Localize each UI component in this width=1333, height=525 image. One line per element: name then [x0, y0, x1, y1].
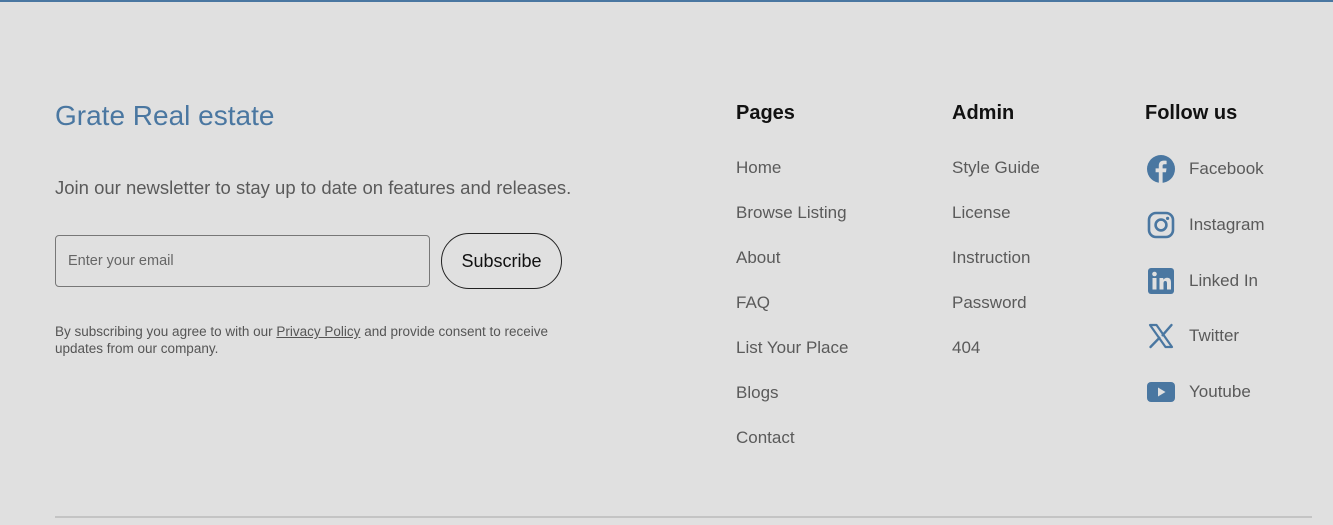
brand-title[interactable]: Grate Real estate [55, 100, 274, 132]
pages-link-about[interactable]: About [736, 248, 848, 293]
social-label-twitter: Twitter [1189, 326, 1240, 346]
social-link-instagram[interactable]: Instagram [1145, 209, 1265, 265]
social-link-twitter[interactable]: Twitter [1145, 320, 1265, 376]
admin-link-license[interactable]: License [952, 203, 1040, 248]
admin-heading: Admin [952, 102, 1015, 124]
email-input[interactable] [55, 235, 430, 287]
pages-link-list-your-place[interactable]: List Your Place [736, 338, 848, 383]
pages-links: Home Browse Listing About FAQ List Your … [736, 158, 848, 473]
social-label-youtube: Youtube [1189, 382, 1251, 401]
social-link-youtube[interactable]: Youtube [1145, 376, 1265, 432]
instagram-icon [1145, 209, 1177, 241]
social-links: Facebook Instagram Linked In Twitter You… [1145, 153, 1265, 432]
privacy-policy-link[interactable]: Privacy Policy [276, 324, 360, 339]
admin-link-instruction[interactable]: Instruction [952, 248, 1040, 293]
social-label-instagram: Instagram [1189, 214, 1265, 234]
pages-link-faq[interactable]: FAQ [736, 293, 848, 338]
social-link-linkedin[interactable]: Linked In [1145, 265, 1265, 321]
consent-text-before: By subscribing you agree to with our [55, 324, 273, 339]
linkedin-icon [1145, 265, 1177, 297]
youtube-icon [1145, 376, 1177, 408]
facebook-icon [1145, 153, 1177, 185]
follow-heading: Follow us [1145, 102, 1238, 124]
twitter-x-icon [1145, 320, 1177, 352]
social-label-facebook: Facebook [1189, 159, 1264, 178]
footer-divider [55, 516, 1312, 518]
subscribe-button[interactable]: Subscribe [441, 233, 562, 289]
newsletter-text: Join our newsletter to stay up to date o… [55, 177, 572, 198]
consent-text: By subscribing you agree to with our Pri… [55, 323, 575, 357]
pages-link-browse-listing[interactable]: Browse Listing [736, 203, 848, 248]
admin-link-password[interactable]: Password [952, 293, 1040, 338]
pages-link-blogs[interactable]: Blogs [736, 383, 848, 428]
social-link-facebook[interactable]: Facebook [1145, 153, 1265, 209]
pages-link-contact[interactable]: Contact [736, 428, 848, 473]
admin-links: Style Guide License Instruction Password… [952, 158, 1040, 383]
pages-link-home[interactable]: Home [736, 158, 848, 203]
admin-link-style-guide[interactable]: Style Guide [952, 158, 1040, 203]
admin-link-404[interactable]: 404 [952, 338, 1040, 383]
social-label-linkedin: Linked In [1189, 270, 1258, 290]
pages-heading: Pages [736, 102, 795, 124]
top-border [0, 0, 1333, 2]
